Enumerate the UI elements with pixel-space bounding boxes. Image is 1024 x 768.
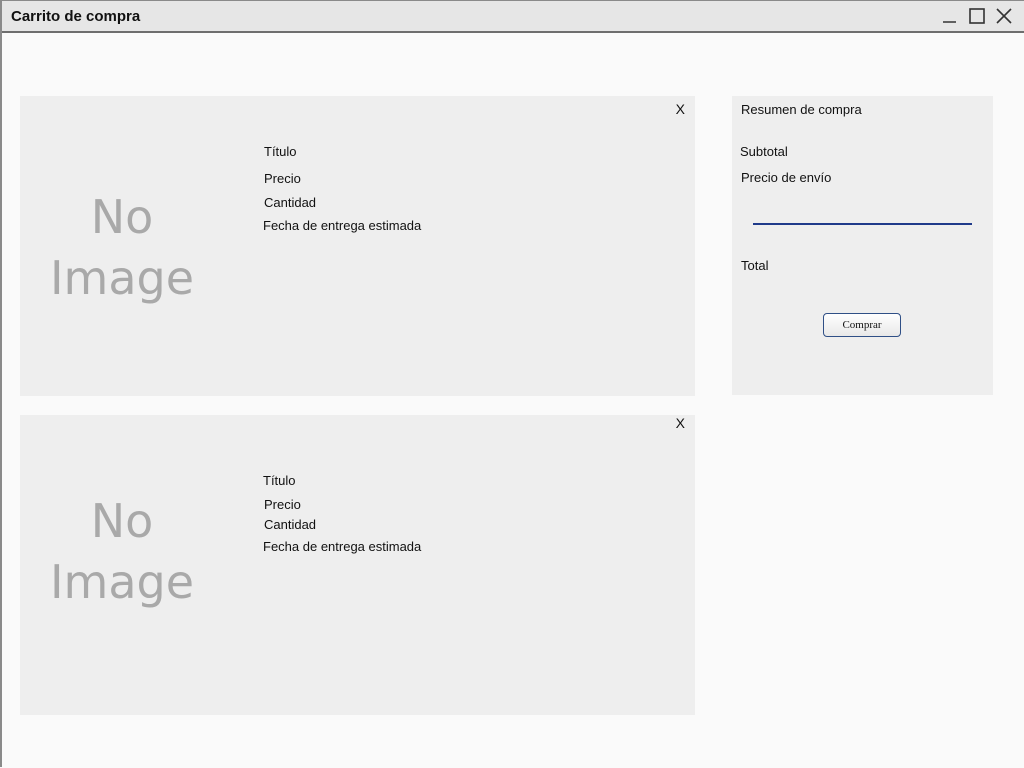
remove-item-button[interactable]: X [676, 101, 685, 117]
product-price-label: Precio [264, 171, 301, 186]
no-image-text-line2: Image [50, 251, 194, 305]
product-title-label: Título [264, 144, 297, 159]
title-bar[interactable]: Carrito de compra [2, 1, 1024, 33]
no-image-placeholder: No Image [50, 190, 194, 305]
order-summary-panel: Resumen de compra Subtotal Precio de env… [732, 96, 993, 395]
maximize-button[interactable] [967, 6, 987, 26]
no-image-text-line2: Image [50, 555, 194, 609]
product-price-label: Precio [264, 497, 301, 512]
summary-heading: Resumen de compra [741, 102, 862, 117]
total-label: Total [741, 258, 769, 273]
buy-button[interactable]: Comprar [823, 313, 901, 337]
maximize-icon [969, 8, 985, 24]
no-image-text-line1: No [91, 494, 154, 548]
minimize-icon [943, 21, 956, 23]
no-image-placeholder: No Image [50, 494, 194, 609]
shopping-cart-window: Carrito de compra No Image X Título Prec… [0, 0, 1024, 767]
product-title-label: Título [263, 473, 296, 488]
shipping-price-label: Precio de envío [741, 170, 832, 185]
subtotal-label: Subtotal [740, 144, 788, 159]
product-delivery-label: Fecha de entrega estimada [263, 218, 422, 233]
window-title: Carrito de compra [11, 8, 141, 25]
remove-item-button[interactable]: X [676, 415, 685, 431]
product-card: No Image X Título Precio Cantidad Fecha … [20, 96, 695, 396]
minimize-button[interactable] [939, 6, 959, 26]
product-quantity-label: Cantidad [264, 195, 317, 210]
product-card: No Image X Título Precio Cantidad Fecha … [20, 415, 695, 715]
product-quantity-label: Cantidad [264, 517, 317, 532]
no-image-text-line1: No [91, 190, 154, 244]
product-delivery-label: Fecha de entrega estimada [263, 539, 422, 554]
close-icon [996, 8, 1012, 24]
summary-divider [753, 223, 972, 225]
close-button[interactable] [994, 6, 1014, 26]
